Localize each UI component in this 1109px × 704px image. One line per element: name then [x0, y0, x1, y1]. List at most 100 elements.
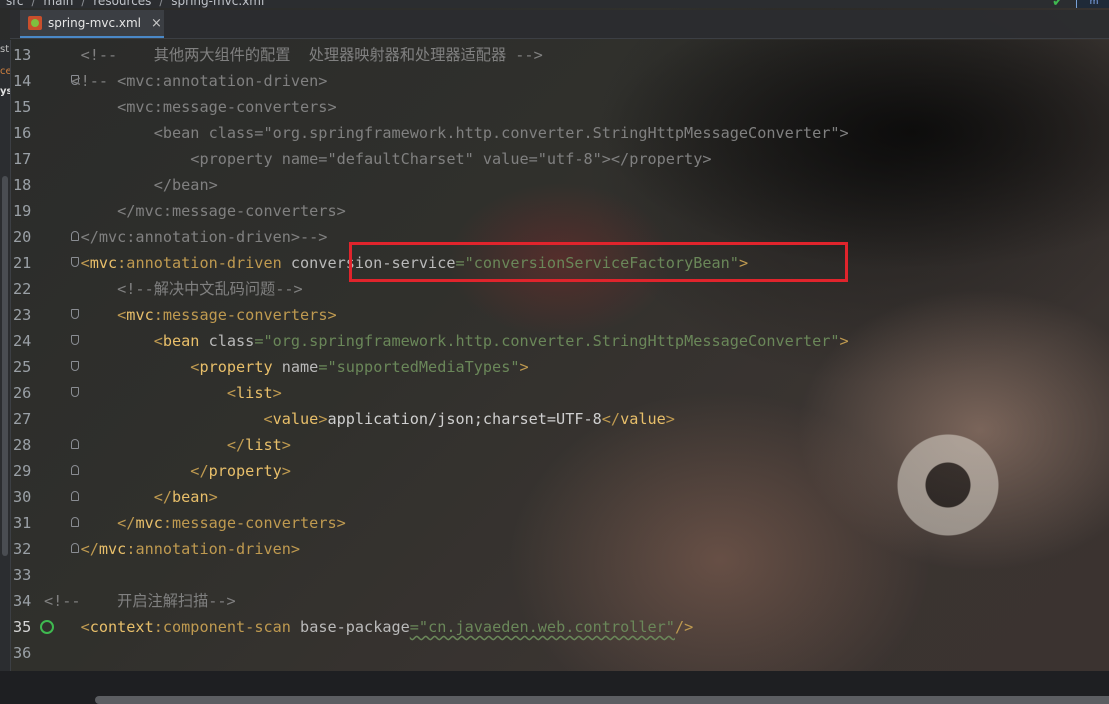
code-text: <!-- <mvc:annotation-driven> — [44, 68, 327, 94]
code-token: value — [272, 410, 319, 428]
code-token: < — [44, 254, 90, 272]
tab-spring-mvc-xml[interactable]: spring-mvc.xml × — [20, 10, 164, 38]
code-line[interactable]: 16 <bean class="org.springframework.http… — [10, 120, 1109, 146]
line-number[interactable]: 14 — [13, 68, 43, 94]
code-token: </ — [44, 540, 99, 558]
code-token: </mvc:message-converters> — [44, 202, 346, 220]
code-line[interactable]: 15 <mvc:message-converters> — [10, 94, 1109, 120]
code-line[interactable]: 29 </property> — [10, 458, 1109, 484]
line-number[interactable]: 15 — [13, 94, 43, 120]
breadcrumb-item[interactable]: resources — [93, 0, 151, 8]
code-token: <property name="defaultCharset" value="u… — [44, 150, 712, 168]
side-fragment-text: st — [0, 44, 10, 55]
code-token: :annotation-driven — [117, 254, 291, 272]
code-line[interactable]: 30 </bean> — [10, 484, 1109, 510]
code-line[interactable]: 34 <!-- 开启注解扫描--> — [10, 588, 1109, 614]
horizontal-scrollbar[interactable] — [95, 696, 1109, 704]
line-number[interactable]: 25 — [13, 354, 43, 380]
line-number[interactable]: 33 — [13, 562, 43, 588]
breadcrumb: src / main / resources / spring-mvc.xml ✔ m — [0, 0, 1109, 8]
line-number[interactable]: 34 — [13, 588, 43, 614]
code-text: <mvc:message-converters> — [44, 302, 337, 328]
line-number[interactable]: 28 — [13, 432, 43, 458]
code-editor[interactable]: 36 35 <context:component-scan base-packag… — [10, 40, 1109, 704]
code-text: </mvc:annotation-driven>--> — [44, 224, 328, 250]
line-number[interactable]: 17 — [13, 146, 43, 172]
line-number[interactable]: 35 — [13, 614, 43, 640]
editor-tab-bar: spring-mvc.xml × — [10, 10, 1109, 39]
bean-gutter-icon[interactable] — [40, 620, 54, 634]
line-number[interactable]: 31 — [13, 510, 43, 536]
project-panel-scrollbar[interactable] — [2, 176, 8, 556]
code-line[interactable]: 18 </bean> — [10, 172, 1109, 198]
code-token: > — [281, 436, 291, 454]
code-token: </ — [44, 436, 246, 454]
line-number[interactable]: 21 — [13, 250, 43, 276]
line-number[interactable]: 36 — [13, 640, 43, 666]
code-line[interactable]: 27 <value>application/json;charset=UTF-8… — [10, 406, 1109, 432]
code-line[interactable]: 32 </mvc:annotation-driven> — [10, 536, 1109, 562]
code-token: ="cn.javaeden.web.controller" — [409, 618, 675, 636]
code-line[interactable]: 36 — [10, 640, 1109, 666]
breadcrumb-item[interactable]: src — [6, 0, 24, 8]
line-number[interactable]: 29 — [13, 458, 43, 484]
code-token: mvc — [135, 514, 163, 532]
plugin-badge-icon[interactable]: m — [1076, 0, 1109, 8]
line-number[interactable]: 24 — [13, 328, 43, 354]
code-line[interactable]: 26 <list> — [10, 380, 1109, 406]
code-token: list — [236, 384, 273, 402]
code-line[interactable]: 24 <bean class="org.springframework.http… — [10, 328, 1109, 354]
annotation-highlight-box — [349, 242, 848, 282]
code-token: context — [89, 618, 154, 636]
line-number[interactable]: 18 — [13, 172, 43, 198]
code-text: </bean> — [44, 484, 218, 510]
code-token: < — [44, 384, 237, 402]
code-text: <!--解决中文乱码问题--> — [44, 276, 303, 302]
code-token: class — [208, 332, 255, 350]
code-text: <bean class="org.springframework.http.co… — [44, 120, 849, 146]
code-token: < — [44, 332, 163, 350]
code-token: /> — [674, 618, 694, 636]
code-text: </mvc:annotation-driven> — [44, 536, 300, 562]
tab-label: spring-mvc.xml — [48, 16, 142, 30]
code-text: <list> — [44, 380, 282, 406]
code-line[interactable]: 19 </mvc:message-converters> — [10, 198, 1109, 224]
line-number[interactable]: 23 — [13, 302, 43, 328]
line-number[interactable]: 16 — [13, 120, 43, 146]
close-icon[interactable]: × — [151, 16, 162, 31]
code-line[interactable]: 13 <!-- 其他两大组件的配置 处理器映射器和处理器适配器 --> — [10, 42, 1109, 68]
code-line[interactable]: 31 </mvc:message-converters> — [10, 510, 1109, 536]
code-line[interactable]: 23 <mvc:message-converters> — [10, 302, 1109, 328]
code-line[interactable]: 25 <property name="supportedMediaTypes"> — [10, 354, 1109, 380]
inspection-ok-icon[interactable]: ✔ — [1052, 0, 1064, 8]
code-text: <bean class="org.springframework.http.co… — [44, 328, 849, 354]
code-text: <property name="defaultCharset" value="u… — [44, 146, 712, 172]
code-line[interactable]: 17 <property name="defaultCharset" value… — [10, 146, 1109, 172]
breadcrumb-item[interactable]: main — [43, 0, 73, 8]
code-line[interactable]: 28 </list> — [10, 432, 1109, 458]
code-token: :annotation-driven> — [126, 540, 301, 558]
line-number[interactable]: 22 — [13, 276, 43, 302]
code-token: value — [620, 410, 666, 428]
code-token: :component-scan — [153, 618, 301, 636]
code-token: <mvc:message-converters> — [44, 98, 337, 116]
code-token: :message-converters> — [153, 306, 337, 324]
code-token: <!--解决中文乱码问题--> — [44, 280, 303, 298]
code-line[interactable]: 14 <!-- <mvc:annotation-driven> — [10, 68, 1109, 94]
code-token: list — [245, 436, 282, 454]
line-number[interactable]: 20 — [13, 224, 43, 250]
line-number[interactable]: 30 — [13, 484, 43, 510]
line-number[interactable]: 13 — [13, 42, 43, 68]
code-token: < — [44, 358, 200, 376]
code-line[interactable]: 35 <context:component-scan base-package=… — [10, 614, 1109, 640]
line-number[interactable]: 19 — [13, 198, 43, 224]
code-text: <context:component-scan base-package="cn… — [44, 614, 694, 640]
code-line[interactable]: 33 — [10, 562, 1109, 588]
line-number[interactable]: 32 — [13, 536, 43, 562]
line-number[interactable]: 26 — [13, 380, 43, 406]
breadcrumb-item[interactable]: spring-mvc.xml — [171, 0, 264, 8]
code-token: property — [199, 358, 282, 376]
line-number[interactable]: 27 — [13, 406, 43, 432]
code-token: name — [281, 358, 319, 376]
code-token: mvc — [89, 254, 118, 272]
